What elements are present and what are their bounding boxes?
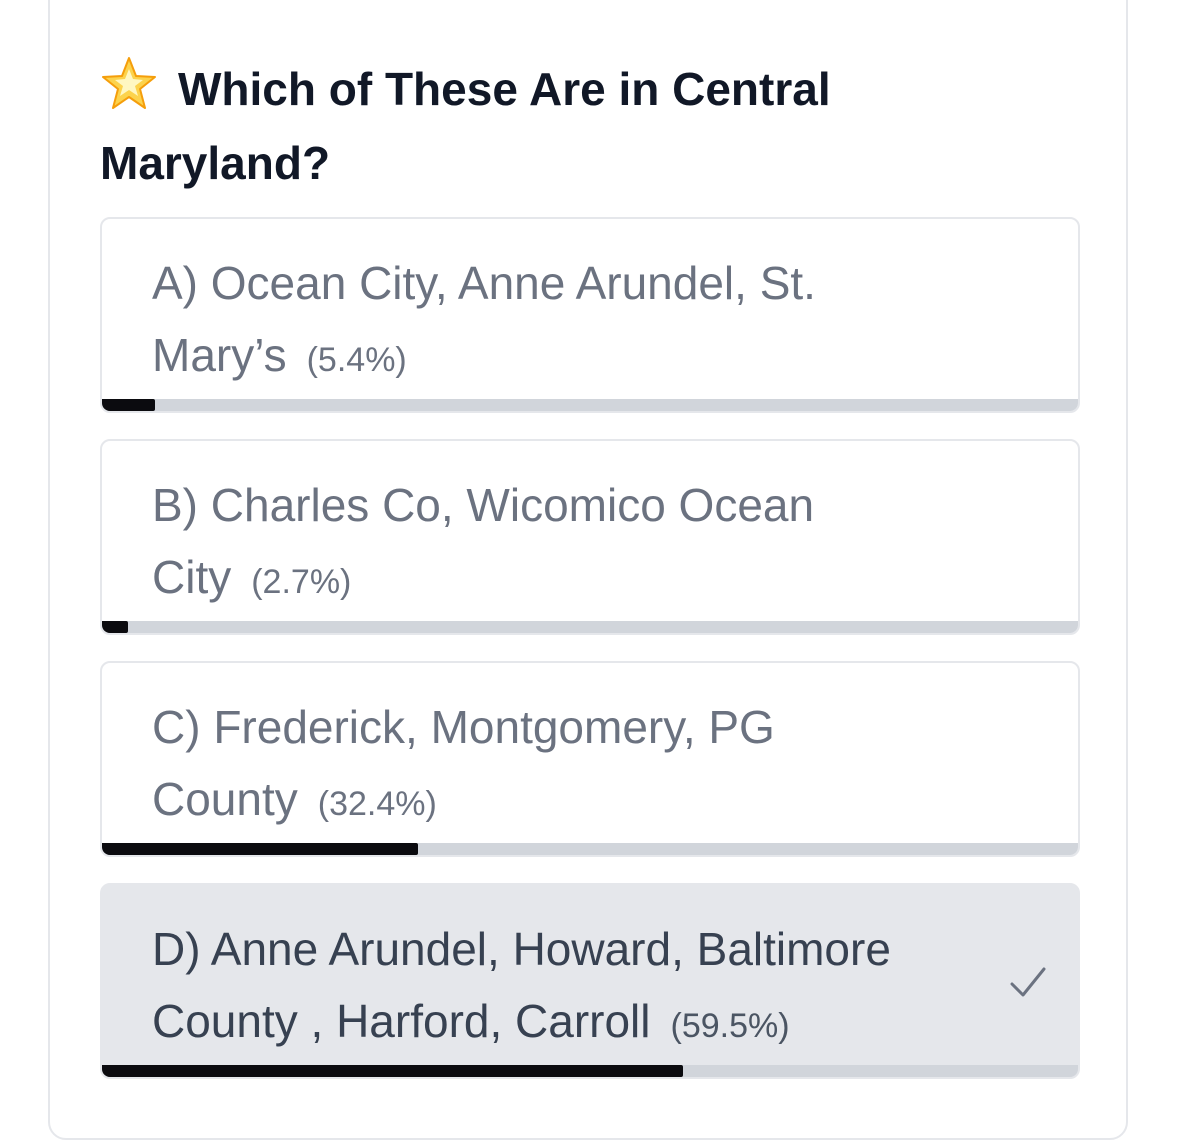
poll-option-d-percent: (59.5%)	[670, 1007, 790, 1045]
poll-option-d[interactable]: D) Anne Arundel, Howard, Baltimore Count…	[100, 883, 1080, 1079]
poll-option-a-label: A) Ocean City, Anne Arundel, St. Mary’s	[152, 257, 816, 381]
poll-option-a-bar	[102, 399, 1078, 411]
poll-option-a-bar-fill	[102, 399, 155, 411]
poll-option-b-percent: (2.7%)	[251, 563, 352, 601]
poll-option-b[interactable]: B) Charles Co, Wicomico Ocean City (2.7%)	[100, 439, 1080, 635]
poll-option-c-bar-fill	[102, 843, 419, 855]
poll-title: Which of These Are in Central Maryland?	[100, 52, 1000, 200]
poll-option-a-percent: (5.4%)	[306, 341, 407, 379]
poll-option-c[interactable]: C) Frederick, Montgomery, PG County (32.4…	[100, 661, 1080, 857]
poll-option-b-bar	[102, 621, 1078, 633]
poll-option-d-bar-fill	[102, 1065, 683, 1077]
poll-option-c-text: C) Frederick, Montgomery, PG County (32.4…	[152, 691, 972, 840]
checkmark-icon	[1010, 967, 1046, 997]
poll-title-text: Which of These Are in Central Maryland?	[100, 63, 831, 189]
poll-option-c-label: C) Frederick, Montgomery, PG County	[152, 701, 775, 825]
poll-option-b-text: B) Charles Co, Wicomico Ocean City (2.7%)	[152, 469, 972, 618]
star-icon	[100, 55, 158, 113]
poll-option-a[interactable]: A) Ocean City, Anne Arundel, St. Mary’s(…	[100, 217, 1080, 413]
poll-option-d-bar	[102, 1065, 1078, 1077]
poll-option-c-percent: (32.4%)	[317, 785, 437, 823]
poll-option-c-bar	[102, 843, 1078, 855]
poll-option-b-bar-fill	[102, 621, 129, 633]
poll-option-a-text: A) Ocean City, Anne Arundel, St. Mary’s(…	[152, 247, 972, 396]
poll-option-d-text: D) Anne Arundel, Howard, Baltimore Count…	[152, 913, 972, 1062]
